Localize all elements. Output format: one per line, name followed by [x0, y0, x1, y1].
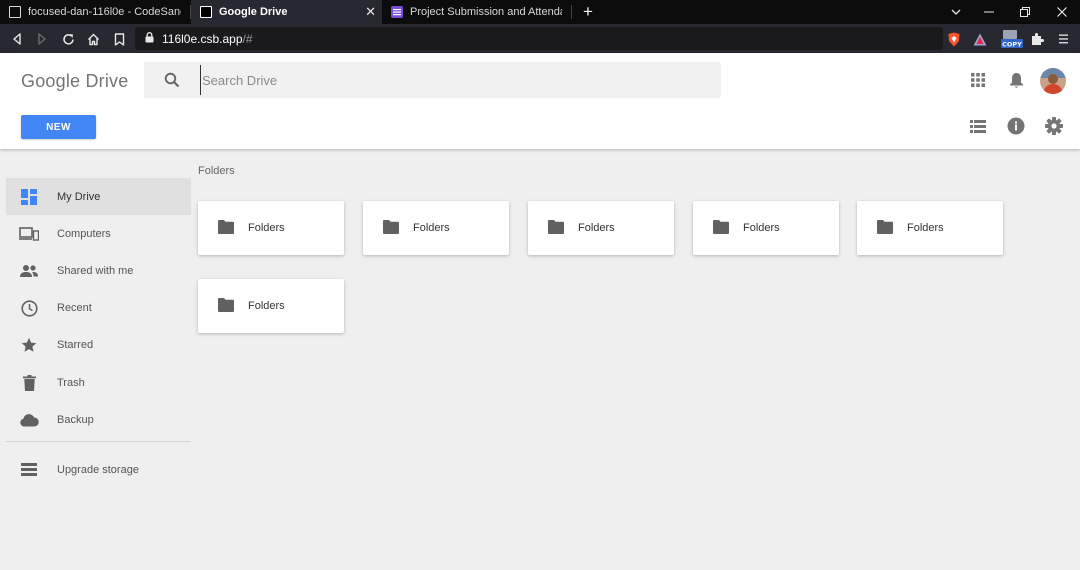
people-icon	[19, 261, 39, 281]
sidebar-divider	[6, 441, 191, 443]
star-icon	[19, 335, 39, 355]
close-window-button[interactable]	[1044, 0, 1080, 24]
folder-name: Folders	[578, 222, 615, 234]
bookmark-icon[interactable]	[108, 28, 130, 50]
back-button[interactable]	[6, 28, 28, 50]
url-text: 116l0e.csb.app/#	[162, 32, 253, 46]
tab-list-chevron-icon[interactable]	[938, 0, 974, 24]
folder-name: Folders	[248, 300, 285, 312]
sidebar-item-label: Computers	[57, 227, 111, 240]
google-drive-logo[interactable]: Google Drive	[21, 71, 128, 92]
close-tab-icon[interactable]: ✕	[365, 4, 376, 20]
codesandbox-favicon-icon	[9, 6, 21, 18]
folder-icon	[383, 220, 399, 234]
folder-name: Folders	[743, 222, 780, 234]
my-drive-icon	[19, 187, 39, 207]
info-icon[interactable]	[1004, 114, 1028, 138]
sidebar-item-label: Backup	[57, 413, 94, 426]
home-button[interactable]	[82, 28, 104, 50]
folder-name: Folders	[413, 222, 450, 234]
sidebar-item-upgrade-storage[interactable]: Upgrade storage	[6, 451, 191, 488]
sidebar-item-label: My Drive	[57, 190, 101, 203]
google-forms-favicon-icon	[391, 6, 403, 18]
new-button[interactable]: NEW	[21, 115, 96, 139]
copy-extension-icon[interactable]: COPY	[999, 28, 1025, 50]
app-header: Google Drive NEW	[0, 53, 1080, 149]
new-tab-button[interactable]: +	[578, 0, 598, 24]
sidebar-item-my-drive[interactable]: My Drive	[6, 178, 191, 216]
sidebar-item-label: Shared with me	[57, 264, 134, 277]
tab-title: Project Submission and Attendance G	[410, 6, 562, 18]
brave-rewards-icon[interactable]	[969, 28, 991, 50]
extensions-puzzle-icon[interactable]	[1026, 28, 1048, 50]
tab-project-submission[interactable]: Project Submission and Attendance G	[382, 0, 571, 24]
browser-tab-bar: focused-dan-116l0e - CodeSandbox Google …	[0, 0, 1080, 24]
apps-grid-icon[interactable]	[966, 68, 990, 92]
sidebar-item-label: Recent	[57, 302, 92, 315]
brave-shield-icon[interactable]	[943, 28, 965, 50]
storage-icon	[19, 460, 39, 480]
browser-toolbar: 116l0e.csb.app/# COPY	[0, 24, 1080, 53]
sidebar-item-label: Trash	[57, 376, 85, 389]
copy-extension-label: COPY	[1002, 41, 1022, 49]
clock-icon	[19, 298, 39, 318]
folder-card[interactable]: Folders	[198, 201, 344, 255]
folder-card[interactable]: Folders	[528, 201, 674, 255]
sidebar-item-computers[interactable]: Computers	[6, 215, 191, 252]
search-input[interactable]	[200, 65, 700, 95]
tab-title: focused-dan-116l0e - CodeSandbox	[28, 6, 181, 18]
settings-gear-icon[interactable]	[1042, 114, 1066, 138]
folder-card[interactable]: Folders	[857, 201, 1003, 255]
sidebar-item-label: Upgrade storage	[57, 463, 139, 476]
search-icon[interactable]	[144, 62, 200, 98]
cloud-icon	[19, 410, 39, 430]
folder-name: Folders	[248, 222, 285, 234]
user-avatar[interactable]	[1040, 68, 1066, 94]
sidebar-item-shared-with-me[interactable]: Shared with me	[6, 252, 191, 289]
url-host: 116l0e.csb.app	[162, 31, 243, 46]
address-bar[interactable]: 116l0e.csb.app/#	[135, 27, 943, 50]
folders-section-title: Folders	[198, 165, 235, 177]
sidebar-item-starred[interactable]: Starred	[6, 327, 191, 364]
sidebar-item-label: Starred	[57, 339, 94, 352]
sidebar-item-recent[interactable]: Recent	[6, 290, 191, 327]
folder-icon	[548, 220, 564, 234]
google-drive-favicon-icon	[200, 6, 212, 18]
folder-icon	[713, 220, 729, 234]
reload-button[interactable]	[57, 28, 79, 50]
browser-menu-icon[interactable]	[1052, 28, 1074, 50]
folder-icon	[218, 298, 234, 312]
folder-card[interactable]: Folders	[198, 279, 344, 333]
forward-button[interactable]	[31, 28, 53, 50]
lock-icon	[145, 30, 154, 48]
tab-divider	[571, 5, 572, 19]
tab-title: Google Drive	[219, 6, 288, 18]
restore-window-button[interactable]	[1007, 0, 1043, 24]
trash-icon	[19, 373, 39, 393]
folder-card[interactable]: Folders	[693, 201, 839, 255]
tab-codesandbox[interactable]: focused-dan-116l0e - CodeSandbox	[0, 0, 190, 24]
folder-icon	[218, 220, 234, 234]
sidebar-item-trash[interactable]: Trash	[6, 364, 191, 401]
folder-card[interactable]: Folders	[363, 201, 509, 255]
sidebar: My Drive Computers Shared with me Recent…	[6, 178, 191, 489]
search-bar	[144, 62, 721, 98]
computers-icon	[19, 224, 39, 244]
list-view-icon[interactable]	[966, 114, 990, 138]
tab-google-drive[interactable]: Google Drive ✕	[191, 0, 382, 24]
minimize-window-button[interactable]	[971, 0, 1007, 24]
notifications-bell-icon[interactable]	[1004, 68, 1028, 92]
folder-name: Folders	[907, 222, 944, 234]
sidebar-item-backup[interactable]: Backup	[6, 401, 191, 438]
url-path: /#	[242, 31, 253, 46]
folder-icon	[877, 220, 893, 234]
